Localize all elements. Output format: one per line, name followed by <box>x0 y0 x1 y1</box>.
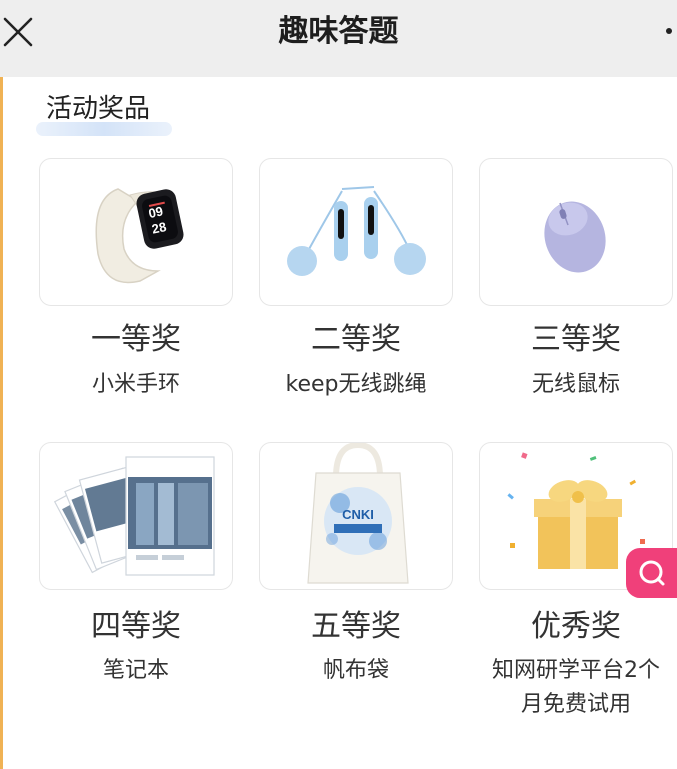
prize-card-4[interactable] <box>39 442 233 590</box>
prize-name-4: 笔记本 <box>102 658 169 683</box>
prize-name-1: 小米手环 <box>91 372 180 397</box>
prize-name-6-line-2: 月免费试用 <box>520 692 631 717</box>
floating-search-button[interactable] <box>626 548 677 598</box>
more-dot-icon[interactable] <box>666 28 672 34</box>
prize-name-3: 无线鼠标 <box>531 372 620 397</box>
prize-name-5: 帆布袋 <box>322 658 389 683</box>
jump-rope-image <box>287 186 426 276</box>
prize-rank-2: 二等奖 <box>311 322 401 357</box>
svg-text:28: 28 <box>150 219 167 237</box>
prize-card-1[interactable]: 09 28 <box>39 158 233 306</box>
canvas-bag-image: CNKI <box>307 443 409 584</box>
prize-rank-6: 优秀奖 <box>531 609 621 644</box>
top-bar: 趣味答题 <box>0 0 677 77</box>
search-icon <box>639 560 665 586</box>
prize-rank-5: 五等奖 <box>311 609 401 644</box>
left-edge-accent <box>0 77 3 769</box>
prize-card-5[interactable]: CNKI <box>259 442 453 590</box>
prize-name-2: keep无线跳绳 <box>285 372 427 397</box>
section-title: 活动奖品 <box>46 94 151 124</box>
prize-card-2[interactable] <box>259 158 453 306</box>
page-title: 趣味答题 <box>278 14 399 49</box>
wireless-mouse-image <box>544 201 606 273</box>
prize-name-6-line-1: 知网研学平台2个 <box>492 658 660 683</box>
fitness-band-image: 09 28 <box>95 188 184 284</box>
prize-rank-3: 三等奖 <box>531 322 621 357</box>
notebooks-image <box>53 456 215 576</box>
bag-logo-text: CNKI <box>342 507 374 522</box>
prize-rank-1: 一等奖 <box>91 322 181 357</box>
prize-rank-4: 四等奖 <box>91 609 181 644</box>
prize-card-3[interactable] <box>479 158 673 306</box>
